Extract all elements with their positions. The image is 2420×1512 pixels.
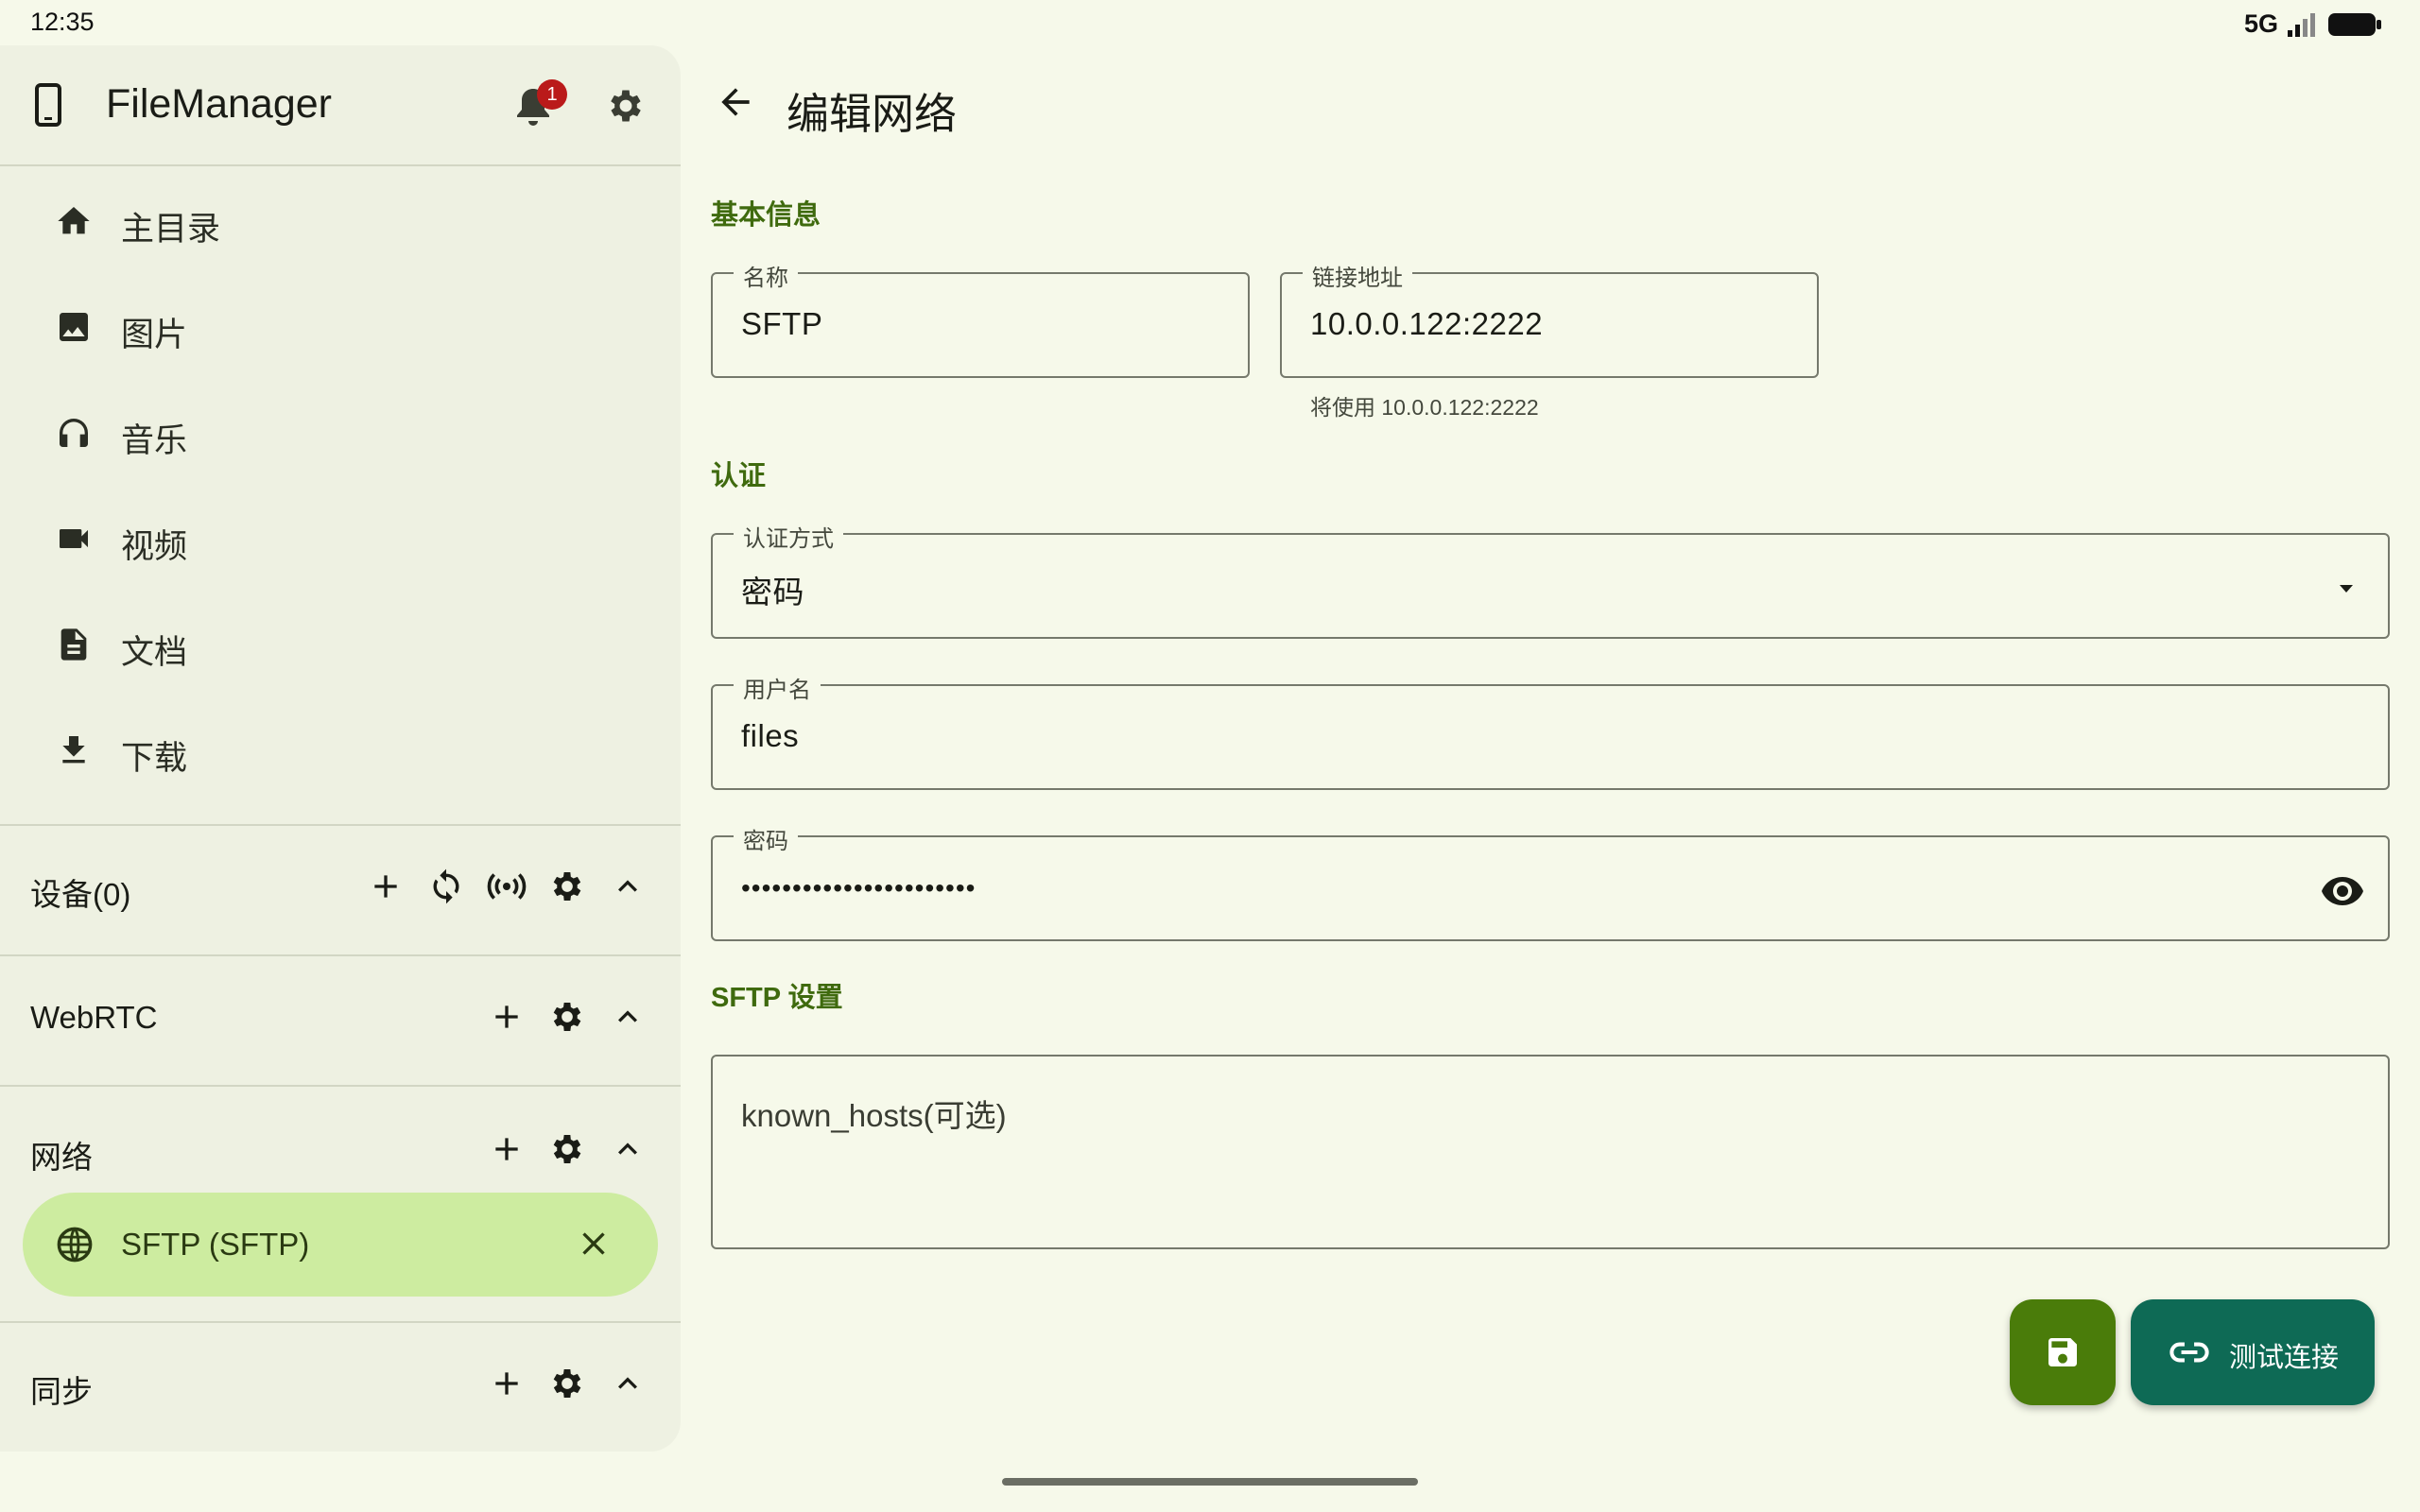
gear-icon[interactable] <box>548 1130 586 1168</box>
save-button[interactable] <box>2010 1299 2116 1405</box>
address-field-label: 链接地址 <box>1303 259 1412 292</box>
username-field-label: 用户名 <box>734 671 821 704</box>
signal-icon <box>2286 11 2320 38</box>
section-title-sync: 同步 <box>30 1374 93 1409</box>
link-icon <box>2169 1335 2210 1369</box>
status-time: 12:35 <box>30 8 95 36</box>
status-bar: 12:35 5G <box>0 0 2420 45</box>
nav-item-label: 音乐 <box>121 422 188 459</box>
page-title: 编辑网络 <box>786 90 958 138</box>
nav-item-label: 下载 <box>121 740 188 777</box>
gear-icon[interactable] <box>548 998 586 1036</box>
nav-list: 主目录 图片 音乐 视频 文档 下载 <box>0 168 681 803</box>
section-webrtc: WebRTC <box>0 954 681 1083</box>
nav-item-label: 文档 <box>121 634 188 671</box>
known-hosts-placeholder: known_hosts(可选) <box>741 1098 1007 1133</box>
chevron-up-icon[interactable] <box>609 998 647 1036</box>
section-heading-basic-info: 基本信息 <box>711 200 821 231</box>
section-title-network: 网络 <box>30 1140 93 1175</box>
phone-icon <box>34 83 62 127</box>
section-title-webrtc: WebRTC <box>30 1000 158 1035</box>
back-arrow-icon[interactable] <box>715 81 756 123</box>
nav-item-label: 主目录 <box>121 211 221 248</box>
home-icon <box>55 202 93 240</box>
visibility-eye-icon[interactable] <box>2320 871 2365 909</box>
password-field[interactable]: 密码 ••••••••••••••••••••••• <box>711 822 2390 941</box>
add-icon[interactable] <box>488 1365 526 1402</box>
document-icon <box>55 626 93 663</box>
auth-method-dropdown[interactable]: 认证方式 密码 <box>711 520 2390 639</box>
section-heading-sftp-settings: SFTP 设置 <box>711 983 843 1013</box>
username-field-value: files <box>741 718 800 753</box>
section-heading-auth: 认证 <box>711 461 767 491</box>
section-sync: 同步 <box>0 1321 681 1452</box>
password-field-value: ••••••••••••••••••••••• <box>741 873 977 902</box>
broadcast-icon[interactable] <box>486 868 527 905</box>
battery-icon <box>2327 11 2382 38</box>
network-item-label: SFTP (SFTP) <box>121 1227 310 1262</box>
refresh-sync-icon[interactable] <box>427 868 465 905</box>
address-field[interactable]: 链接地址 10.0.0.122:2222 <box>1280 259 1819 378</box>
known-hosts-textarea[interactable]: known_hosts(可选) <box>711 1055 2390 1249</box>
chevron-up-icon[interactable] <box>609 1130 647 1168</box>
notification-badge: 1 <box>537 79 567 110</box>
nav-item-label: 图片 <box>121 317 188 353</box>
auth-method-label: 认证方式 <box>734 520 843 553</box>
app-title: FileManager <box>106 81 332 127</box>
gear-icon[interactable] <box>548 868 586 905</box>
edit-network-panel: 编辑网络 基本信息 名称 SFTP 链接地址 10.0.0.122:2222 将… <box>681 45 2420 1452</box>
name-field-label: 名称 <box>734 259 798 292</box>
globe-icon <box>55 1225 95 1264</box>
name-field-value: SFTP <box>741 306 823 341</box>
headphones-icon <box>55 414 93 452</box>
password-field-label: 密码 <box>734 822 798 855</box>
test-connection-label: 测试连接 <box>2229 1343 2340 1373</box>
username-field[interactable]: 用户名 files <box>711 671 2390 790</box>
navigation-drawer: FileManager 1 主目录 图片 音乐 视频 文档 下载 设备(0) W… <box>0 45 681 1452</box>
add-icon[interactable] <box>488 998 526 1036</box>
save-floppy-icon <box>2044 1333 2082 1371</box>
section-title-devices: 设备(0) <box>30 877 131 912</box>
chevron-up-icon[interactable] <box>609 868 647 905</box>
network-item-sftp[interactable]: SFTP (SFTP) <box>23 1193 658 1297</box>
drawer-header: FileManager 1 <box>0 45 681 166</box>
nav-item-documents[interactable]: 文档 <box>0 592 681 697</box>
address-field-value: 10.0.0.122:2222 <box>1310 306 1544 341</box>
settings-gear-icon[interactable] <box>605 85 647 127</box>
nav-item-music[interactable]: 音乐 <box>0 380 681 486</box>
download-icon <box>55 731 93 769</box>
section-devices: 设备(0) <box>0 824 681 953</box>
auth-method-value: 密码 <box>741 575 804 610</box>
add-icon[interactable] <box>367 868 405 905</box>
nav-item-label: 视频 <box>121 528 188 565</box>
nav-item-images[interactable]: 图片 <box>0 274 681 380</box>
home-gesture-bar[interactable] <box>1002 1478 1418 1486</box>
close-icon[interactable] <box>575 1225 613 1263</box>
nav-item-home[interactable]: 主目录 <box>0 168 681 274</box>
videocam-icon <box>55 520 93 558</box>
image-icon <box>55 308 93 346</box>
chevron-up-icon[interactable] <box>609 1365 647 1402</box>
gear-icon[interactable] <box>548 1365 586 1402</box>
status-icons: 5G <box>2244 9 2382 39</box>
name-field[interactable]: 名称 SFTP <box>711 259 1250 378</box>
address-helper-text: 将使用 10.0.0.122:2222 <box>1310 395 1539 420</box>
nav-item-videos[interactable]: 视频 <box>0 486 681 592</box>
network-type: 5G <box>2243 9 2278 38</box>
dropdown-arrow-icon[interactable] <box>2335 576 2358 599</box>
add-icon[interactable] <box>488 1130 526 1168</box>
nav-item-downloads[interactable]: 下载 <box>0 697 681 803</box>
test-connection-button[interactable]: 测试连接 <box>2131 1299 2375 1405</box>
